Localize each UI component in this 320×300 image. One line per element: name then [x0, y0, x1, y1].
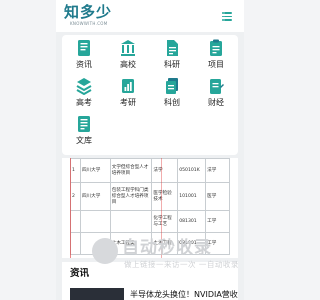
- table-cell: 101001: [177, 182, 207, 211]
- table-margin-line: [70, 158, 71, 258]
- category-label: 高校: [120, 60, 136, 69]
- watermark-logo-icon: [92, 238, 118, 264]
- category-item-gaokao[interactable]: 高考: [62, 77, 106, 115]
- table-cell: [70, 210, 81, 233]
- table-cell: 文学但综合型人才培养项目: [109, 158, 153, 183]
- chart-icon: [122, 79, 134, 93]
- table-cell: 化学工程与工艺: [151, 210, 179, 233]
- news-thumbnail[interactable]: [70, 288, 124, 300]
- table-cell: 医学: [205, 182, 230, 211]
- category-item-news[interactable]: 资讯: [62, 39, 106, 77]
- table-cell: 包装工程学科门类综合型人才培养项目: [109, 182, 153, 211]
- pen-icon: [210, 79, 224, 94]
- table-cell: 2: [70, 182, 81, 211]
- category-label: 科研: [164, 60, 180, 69]
- news-heading: 资讯: [70, 268, 90, 279]
- category-label: 项目: [208, 60, 224, 69]
- logo-subtext: KNOWWITH.COM: [70, 21, 108, 26]
- logo-text: 知多少: [64, 3, 113, 21]
- watermark-title: 自动秒收录: [122, 238, 212, 258]
- table-cell: [70, 232, 81, 255]
- file-stack-icon: [166, 78, 178, 94]
- table-cell: 法学: [151, 158, 179, 183]
- table-cell: 081301: [177, 210, 207, 233]
- category-label: 高考: [76, 98, 92, 107]
- table-cell: 1: [70, 158, 81, 183]
- layers-icon: [76, 78, 92, 95]
- document-icon: [167, 40, 178, 56]
- clipboard-icon: [210, 39, 222, 56]
- library-icon: [78, 116, 90, 132]
- category-grid: 资讯 高校 科研 项目 高考 考研 科创 财经 文库: [62, 35, 238, 155]
- category-item-library[interactable]: 文库: [62, 115, 106, 153]
- table-row: 1 四川大学 文学但综合型人才培养项目 法学 050101K 法学: [70, 158, 230, 183]
- table-cell: [79, 210, 111, 233]
- table-cell: 050101K: [177, 158, 207, 183]
- category-item-finance[interactable]: 财经: [194, 77, 238, 115]
- category-item-kaoyan[interactable]: 考研: [106, 77, 150, 115]
- news-icon: [78, 40, 90, 56]
- menu-icon[interactable]: [222, 10, 234, 22]
- category-label: 考研: [120, 98, 136, 107]
- watermark-overlay: 自动秒收录 做上链接一来访一次 一自动收录: [92, 236, 242, 276]
- top-bar: 知多少 KNOWWITH.COM: [56, 0, 244, 32]
- table-cell: 四川大学: [79, 158, 111, 183]
- category-item-project[interactable]: 项目: [194, 39, 238, 77]
- site-logo[interactable]: 知多少 KNOWWITH.COM: [64, 5, 112, 27]
- table-row: 2 四川大学 包装工程学科门类综合型人才培养项目 医学检验技术 101001 医…: [70, 182, 230, 211]
- watermark-subtitle: 做上链接一来访一次 一自动收录: [124, 260, 239, 269]
- university-icon: [121, 40, 135, 56]
- category-label: 财经: [208, 98, 224, 107]
- table-cell: 医学检验技术: [151, 182, 179, 211]
- table-cell: 四川大学: [79, 182, 111, 211]
- table-cell: 法学: [205, 158, 230, 183]
- category-label: 科创: [164, 98, 180, 107]
- category-item-university[interactable]: 高校: [106, 39, 150, 77]
- category-label: 文库: [76, 136, 92, 145]
- category-item-research[interactable]: 科研: [150, 39, 194, 77]
- category-label: 资讯: [76, 60, 92, 69]
- table-cell: 工学: [205, 210, 230, 233]
- news-item-title[interactable]: 半导体龙头换位！NVIDIA营收: [130, 290, 238, 300]
- table-cell: [109, 210, 153, 233]
- table-row: 化学工程与工艺 081301 工学: [70, 210, 230, 233]
- category-item-kechuang[interactable]: 科创: [150, 77, 194, 115]
